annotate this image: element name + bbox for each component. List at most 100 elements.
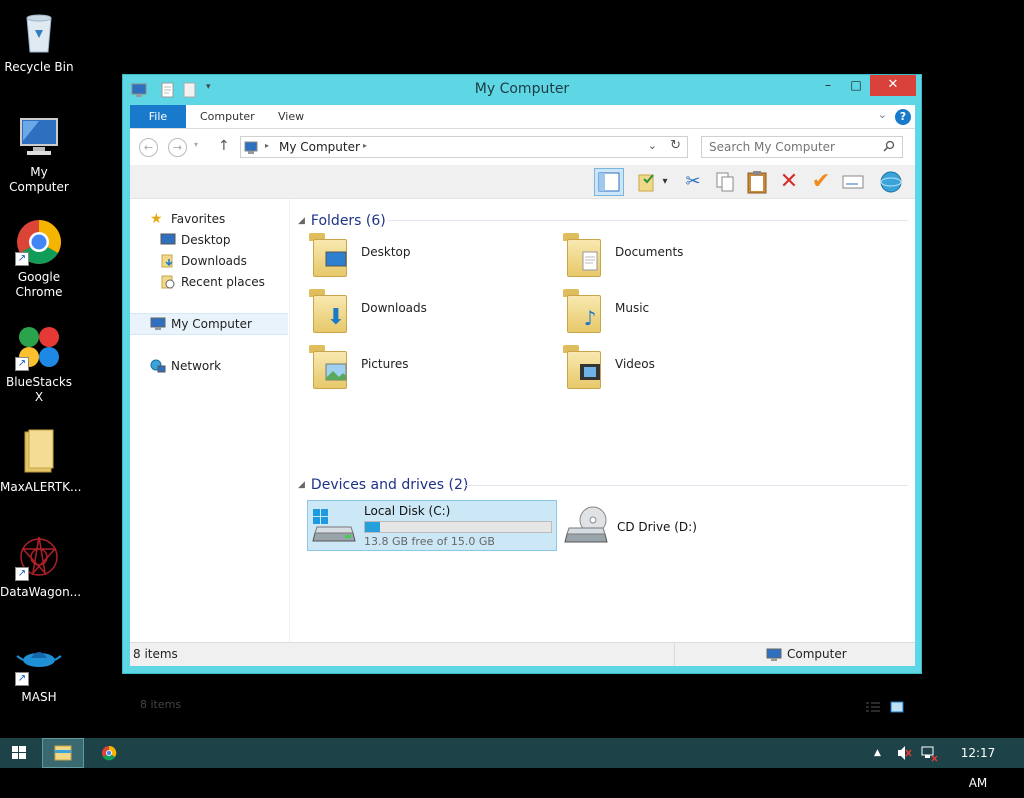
computer-icon [766, 648, 782, 665]
taskbar-chrome[interactable] [98, 738, 120, 768]
clock[interactable]: 12:17 AM [950, 738, 1006, 790]
paste-icon[interactable] [744, 169, 770, 195]
nav-label: Downloads [181, 254, 247, 268]
status-bar: 8 items Computer [130, 642, 915, 666]
ribbon-expand-icon[interactable]: ⌄ [878, 108, 887, 121]
search-icon[interactable] [883, 140, 895, 155]
desktop-icon-label: Recycle Bin [4, 60, 74, 74]
search-input[interactable] [709, 138, 879, 156]
forward-button[interactable]: → [168, 138, 187, 157]
folder-desktop[interactable]: Desktop [307, 229, 547, 281]
drive-local-disk-c[interactable]: Local Disk (C:) 13.8 GB free of 15.0 GB [307, 500, 557, 551]
breadcrumb-chevron-icon[interactable]: ▸ [265, 141, 269, 150]
start-button[interactable] [0, 738, 38, 768]
command-toolbar: ▾ ✂ ✕ ✔ [130, 165, 915, 199]
folder-pictures[interactable]: Pictures [307, 341, 547, 393]
nav-label: Network [171, 359, 222, 373]
status-item-count: 8 items [133, 647, 178, 661]
up-button[interactable]: ↑ [218, 138, 230, 154]
search-box[interactable] [701, 136, 903, 158]
properties-folder-icon[interactable] [634, 169, 660, 195]
nav-label: My Computer [171, 317, 252, 331]
desktop-icon-label: MaxALERTK... [0, 480, 82, 494]
delete-icon[interactable]: ✕ [776, 169, 802, 195]
nav-recent-places[interactable]: Recent places [130, 272, 288, 292]
group-divider [388, 220, 908, 221]
back-button[interactable]: ← [139, 138, 158, 157]
maximize-button[interactable]: □ [843, 75, 869, 96]
group-title: Folders (6) [310, 213, 386, 229]
tab-file[interactable]: File [130, 105, 186, 128]
folder-videos[interactable]: Videos [561, 341, 801, 393]
downloads-icon [160, 254, 176, 268]
toolbar-dropdown-icon[interactable]: ▾ [658, 169, 672, 195]
drive-cd-d[interactable]: CD Drive (D:) [563, 504, 763, 550]
large-icons-view-icon[interactable] [890, 698, 904, 717]
group-title: Devices and drives (2) [310, 477, 469, 493]
star-icon: ★ [150, 211, 163, 227]
close-button[interactable]: ✕ [870, 75, 916, 96]
drive-label: Local Disk (C:) [364, 504, 451, 518]
nav-label: Recent places [181, 275, 265, 289]
desktop-icon-bluestacks[interactable]: ↗ BlueStacks X [0, 323, 78, 405]
drive-usage-bar [364, 521, 552, 533]
minimize-button[interactable]: – [815, 75, 841, 96]
taskbar: ▲ 12:17 AM [0, 738, 1024, 790]
desktop-icon-label: DataWagon... [0, 585, 82, 599]
folder-documents[interactable]: Documents [561, 229, 801, 281]
desktop-icon-maxalert[interactable]: MaxALERTK... [0, 428, 82, 495]
tab-computer[interactable]: Computer [188, 105, 267, 128]
recent-locations-icon[interactable]: ▾ [194, 140, 198, 149]
help-icon[interactable]: ? [895, 109, 911, 125]
address-row: ← → ▾ ↑ ▸ My Computer ▸ ⌄ ↻ [130, 129, 915, 165]
network-status-icon[interactable] [920, 738, 938, 768]
chrome-icon: ↗ [15, 218, 63, 266]
item-count: 8 items [140, 698, 182, 711]
group-header-folders[interactable]: ◢ Folders (6) [298, 213, 386, 229]
rename-check-icon[interactable]: ✔ [808, 169, 834, 195]
drive-usage-fill [365, 522, 380, 532]
desktop-icon-my-computer[interactable]: My Computer [0, 113, 78, 195]
bluestacks-icon: ↗ [15, 323, 63, 371]
collapse-arrow-icon[interactable]: ◢ [298, 216, 305, 226]
network-icon [150, 359, 166, 373]
drive-label: CD Drive (D:) [617, 520, 697, 534]
address-dropdown-icon[interactable]: ⌄ [648, 139, 657, 152]
nav-favorites[interactable]: ★ Favorites [130, 209, 288, 229]
nav-downloads[interactable]: Downloads [130, 251, 288, 271]
refresh-icon[interactable]: ↻ [670, 138, 681, 153]
desktop-icon-label: My Computer [9, 165, 69, 194]
nav-network[interactable]: Network [130, 356, 288, 376]
breadcrumb-chevron-icon[interactable]: ▸ [363, 141, 367, 150]
group-header-devices[interactable]: ◢ Devices and drives (2) [298, 477, 468, 493]
computer-icon [244, 140, 258, 159]
nav-label: Desktop [181, 233, 231, 247]
mash-icon: ↗ [15, 638, 63, 686]
address-bar[interactable]: ▸ My Computer ▸ ⌄ ↻ [240, 136, 688, 158]
tab-view[interactable]: View [266, 105, 316, 128]
desktop-folder-icon [307, 229, 351, 277]
world-icon[interactable] [878, 169, 904, 195]
volume-muted-icon[interactable] [896, 738, 912, 768]
desktop-icon-datawagon[interactable]: ↗ DataWagon... [0, 533, 82, 600]
desktop-icon-recycle-bin[interactable]: Recycle Bin [0, 8, 78, 75]
nav-desktop[interactable]: Desktop [130, 230, 288, 250]
nav-my-computer[interactable]: My Computer [130, 313, 288, 335]
group-divider [466, 485, 908, 486]
collapse-arrow-icon[interactable]: ◢ [298, 480, 305, 490]
folder-downloads[interactable]: ⬇ Downloads [307, 285, 547, 337]
navigation-pane-button[interactable] [594, 168, 624, 196]
folder-icon [15, 428, 63, 476]
details-view-icon[interactable] [865, 698, 881, 717]
main-pane: ◢ Folders (6) Desktop Documents ⬇ Downloa… [140, 199, 915, 713]
breadcrumb-my-computer[interactable]: My Computer [279, 140, 360, 154]
desktop-icon-mash[interactable]: ↗ MASH [0, 638, 78, 705]
desktop-icon-google-chrome[interactable]: ↗ Google Chrome [0, 218, 78, 300]
cut-icon[interactable]: ✂ [680, 169, 706, 195]
taskbar-file-explorer[interactable] [42, 738, 84, 768]
folder-music[interactable]: ♪ Music [561, 285, 801, 337]
rename-icon[interactable] [840, 169, 866, 195]
copy-icon[interactable] [712, 169, 738, 195]
title-bar[interactable]: ▾ My Computer – □ ✕ [123, 75, 921, 105]
show-hidden-icons[interactable]: ▲ [874, 738, 888, 768]
